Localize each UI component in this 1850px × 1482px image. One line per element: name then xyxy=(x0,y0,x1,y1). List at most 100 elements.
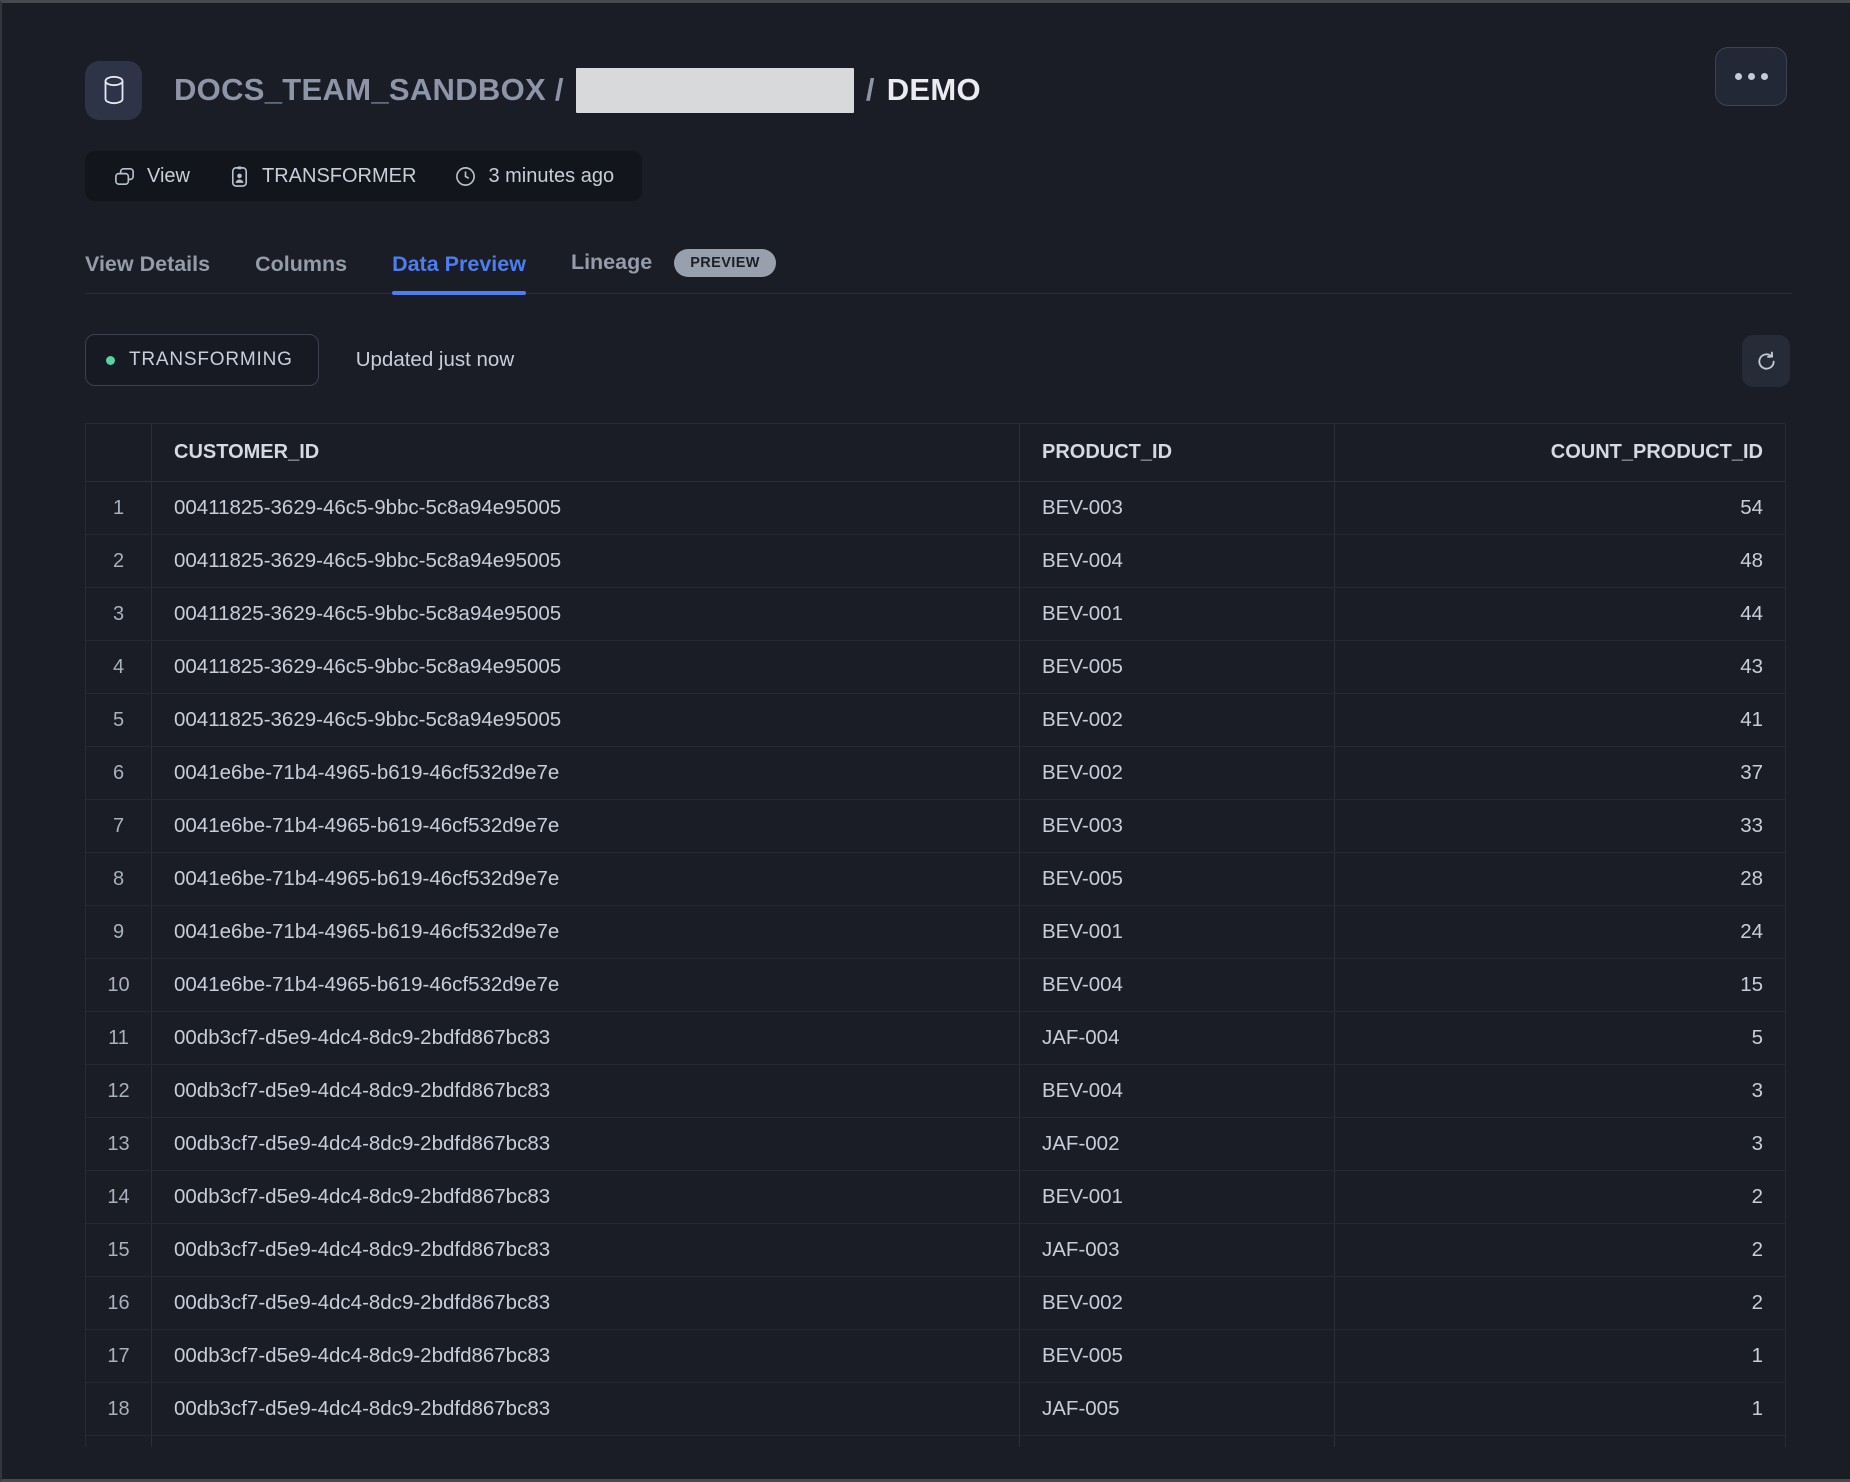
product-id-cell: BEV-005 xyxy=(1019,1330,1334,1382)
customer-id-cell: 00db3cf7-d5e9-4dc4-8dc9-2bdfd867bc83 xyxy=(151,1012,1019,1064)
table-row[interactable]: 19 00db3cf7-d5e9-4dc4-8dc9-2bdfd867bc83 xyxy=(86,1436,1785,1447)
customer-id-cell: 0041e6be-71b4-4965-b619-46cf532d9e7e xyxy=(151,959,1019,1011)
table-row[interactable]: 7 0041e6be-71b4-4965-b619-46cf532d9e7e B… xyxy=(86,800,1785,853)
table-row[interactable]: 5 00411825-3629-46c5-9bbc-5c8a94e95005 B… xyxy=(86,694,1785,747)
tab-data-preview[interactable]: Data Preview xyxy=(392,252,526,293)
count-cell: 1 xyxy=(1334,1383,1785,1435)
table-row[interactable]: 13 00db3cf7-d5e9-4dc4-8dc9-2bdfd867bc83 … xyxy=(86,1118,1785,1171)
tab-view-details[interactable]: View Details xyxy=(85,252,210,293)
table-row[interactable]: 16 00db3cf7-d5e9-4dc4-8dc9-2bdfd867bc83 … xyxy=(86,1277,1785,1330)
table-row[interactable]: 1 00411825-3629-46c5-9bbc-5c8a94e95005 B… xyxy=(86,482,1785,535)
row-number-cell: 1 xyxy=(86,482,151,534)
count-cell: 37 xyxy=(1334,747,1785,799)
table-row[interactable]: 14 00db3cf7-d5e9-4dc4-8dc9-2bdfd867bc83 … xyxy=(86,1171,1785,1224)
title-redacted-block xyxy=(576,68,854,113)
table-row[interactable]: 17 00db3cf7-d5e9-4dc4-8dc9-2bdfd867bc83 … xyxy=(86,1330,1785,1383)
product-id-cell: BEV-003 xyxy=(1019,482,1334,534)
column-header-count-product-id: COUNT_PRODUCT_ID xyxy=(1334,424,1785,481)
customer-id-cell: 00db3cf7-d5e9-4dc4-8dc9-2bdfd867bc83 xyxy=(151,1383,1019,1435)
count-cell: 41 xyxy=(1334,694,1785,746)
row-number-cell: 17 xyxy=(86,1330,151,1382)
row-number-cell: 11 xyxy=(86,1012,151,1064)
count-cell: 2 xyxy=(1334,1277,1785,1329)
product-id-cell: BEV-002 xyxy=(1019,694,1334,746)
column-header-customer-id: CUSTOMER_ID xyxy=(151,424,1019,481)
transformer-icon xyxy=(228,165,251,188)
product-id-cell: BEV-002 xyxy=(1019,747,1334,799)
clock-icon xyxy=(454,165,477,188)
product-id-cell: JAF-005 xyxy=(1019,1383,1334,1435)
tab-columns[interactable]: Columns xyxy=(255,252,347,293)
last-updated-badge: 3 minutes ago xyxy=(454,165,614,188)
database-icon xyxy=(85,61,142,120)
table-row[interactable]: 2 00411825-3629-46c5-9bbc-5c8a94e95005 B… xyxy=(86,535,1785,588)
customer-id-cell: 0041e6be-71b4-4965-b619-46cf532d9e7e xyxy=(151,853,1019,905)
table-row[interactable]: 15 00db3cf7-d5e9-4dc4-8dc9-2bdfd867bc83 … xyxy=(86,1224,1785,1277)
refresh-button[interactable] xyxy=(1742,335,1790,387)
table-row[interactable]: 10 0041e6be-71b4-4965-b619-46cf532d9e7e … xyxy=(86,959,1785,1012)
role-badge: TRANSFORMER xyxy=(228,165,416,188)
ellipsis-icon xyxy=(1735,73,1742,80)
product-id-cell: JAF-003 xyxy=(1019,1224,1334,1276)
count-cell: 33 xyxy=(1334,800,1785,852)
row-number-cell: 14 xyxy=(86,1171,151,1223)
tab-lineage[interactable]: Lineage PREVIEW xyxy=(571,249,776,294)
product-id-cell: BEV-004 xyxy=(1019,959,1334,1011)
table-row[interactable]: 6 0041e6be-71b4-4965-b619-46cf532d9e7e B… xyxy=(86,747,1785,800)
row-number-cell: 15 xyxy=(86,1224,151,1276)
row-number-cell: 6 xyxy=(86,747,151,799)
table-row[interactable]: 8 0041e6be-71b4-4965-b619-46cf532d9e7e B… xyxy=(86,853,1785,906)
table-row[interactable]: 9 0041e6be-71b4-4965-b619-46cf532d9e7e B… xyxy=(86,906,1785,959)
object-type-badge: View xyxy=(113,165,190,188)
row-number-cell: 5 xyxy=(86,694,151,746)
product-id-cell: BEV-005 xyxy=(1019,641,1334,693)
row-number-cell: 2 xyxy=(86,535,151,587)
product-id-cell: BEV-001 xyxy=(1019,906,1334,958)
product-id-cell: BEV-002 xyxy=(1019,1277,1334,1329)
customer-id-cell: 0041e6be-71b4-4965-b619-46cf532d9e7e xyxy=(151,747,1019,799)
count-cell: 2 xyxy=(1334,1224,1785,1276)
count-cell: 2 xyxy=(1334,1171,1785,1223)
table-header-row: CUSTOMER_ID PRODUCT_ID COUNT_PRODUCT_ID xyxy=(86,424,1785,482)
row-number-cell: 3 xyxy=(86,588,151,640)
status-badge: TRANSFORMING xyxy=(85,334,319,386)
row-number-cell: 8 xyxy=(86,853,151,905)
count-cell: 43 xyxy=(1334,641,1785,693)
row-number-cell: 19 xyxy=(86,1436,151,1447)
table-row[interactable]: 11 00db3cf7-d5e9-4dc4-8dc9-2bdfd867bc83 … xyxy=(86,1012,1785,1065)
count-cell: 48 xyxy=(1334,535,1785,587)
row-number-cell: 10 xyxy=(86,959,151,1011)
tab-label: Lineage xyxy=(571,250,652,275)
view-icon xyxy=(113,165,136,188)
object-detail-panel: DOCS_TEAM_SANDBOX / / DEMO View TRANSFOR… xyxy=(0,0,1850,1482)
customer-id-cell: 00411825-3629-46c5-9bbc-5c8a94e95005 xyxy=(151,482,1019,534)
product-id-cell: BEV-003 xyxy=(1019,800,1334,852)
customer-id-cell: 00db3cf7-d5e9-4dc4-8dc9-2bdfd867bc83 xyxy=(151,1118,1019,1170)
customer-id-cell: 0041e6be-71b4-4965-b619-46cf532d9e7e xyxy=(151,800,1019,852)
meta-badge-bar: View TRANSFORMER 3 minutes ago xyxy=(85,151,642,201)
column-header-product-id: PRODUCT_ID xyxy=(1019,424,1334,481)
product-id-cell: JAF-002 xyxy=(1019,1118,1334,1170)
row-number-cell: 18 xyxy=(86,1383,151,1435)
count-cell xyxy=(1334,1436,1785,1447)
table-row[interactable]: 4 00411825-3629-46c5-9bbc-5c8a94e95005 B… xyxy=(86,641,1785,694)
tabs: View Details Columns Data Preview Lineag… xyxy=(85,241,1792,294)
count-cell: 3 xyxy=(1334,1065,1785,1117)
count-cell: 54 xyxy=(1334,482,1785,534)
row-number-cell: 7 xyxy=(86,800,151,852)
count-cell: 1 xyxy=(1334,1330,1785,1382)
customer-id-cell: 00411825-3629-46c5-9bbc-5c8a94e95005 xyxy=(151,588,1019,640)
table-row[interactable]: 18 00db3cf7-d5e9-4dc4-8dc9-2bdfd867bc83 … xyxy=(86,1383,1785,1436)
customer-id-cell: 00db3cf7-d5e9-4dc4-8dc9-2bdfd867bc83 xyxy=(151,1065,1019,1117)
more-actions-button[interactable] xyxy=(1715,47,1787,106)
product-id-cell: BEV-004 xyxy=(1019,1065,1334,1117)
preview-badge: PREVIEW xyxy=(674,249,776,278)
table-row[interactable]: 3 00411825-3629-46c5-9bbc-5c8a94e95005 B… xyxy=(86,588,1785,641)
table-row[interactable]: 12 00db3cf7-d5e9-4dc4-8dc9-2bdfd867bc83 … xyxy=(86,1065,1785,1118)
row-number-cell: 12 xyxy=(86,1065,151,1117)
status-row: TRANSFORMING Updated just now xyxy=(85,333,1790,387)
data-preview-table: CUSTOMER_ID PRODUCT_ID COUNT_PRODUCT_ID … xyxy=(85,423,1786,1447)
customer-id-cell: 00db3cf7-d5e9-4dc4-8dc9-2bdfd867bc83 xyxy=(151,1436,1019,1447)
tab-label: View Details xyxy=(85,252,210,277)
row-number-header xyxy=(86,424,151,481)
